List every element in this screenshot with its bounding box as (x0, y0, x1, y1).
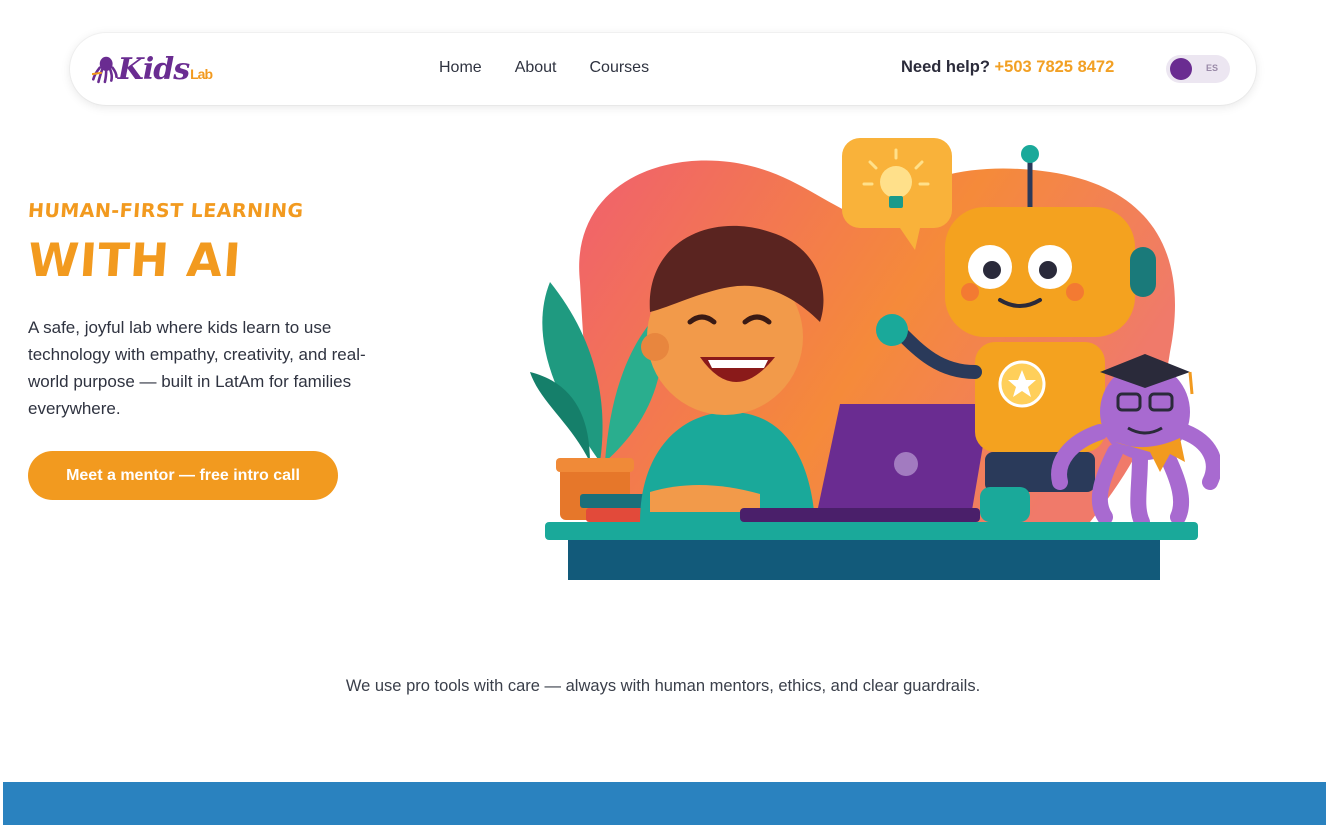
book-shape (580, 494, 650, 508)
octopus-logo-icon (92, 56, 118, 84)
hero-kicker: HUMAN-FIRST LEARNING (27, 200, 305, 222)
nav-home-link[interactable]: Home (439, 59, 482, 77)
hero-description: A safe, joyful lab where kids learn to u… (28, 318, 366, 418)
nav-about-link[interactable]: About (515, 59, 557, 77)
navbar: KidsLab Home About Courses Need help? +5… (70, 33, 1256, 105)
hero-title: WITH AI (26, 233, 244, 287)
hero-illustration (530, 138, 1220, 580)
main-nav: Home About Courses (439, 59, 649, 77)
footer-band (3, 782, 1326, 825)
language-toggle[interactable]: ES (1166, 55, 1230, 83)
logo-sub-text: Lab (190, 65, 213, 82)
kidslab-logo[interactable]: KidsLab (92, 45, 213, 93)
help-phone-link[interactable]: +503 7825 8472 (995, 58, 1115, 76)
help-label: Need help? (901, 58, 990, 76)
desk-front-shape (568, 540, 1160, 580)
tagline-text: We use pro tools with care — always with… (345, 677, 981, 695)
help-contact: Need help? +503 7825 8472 (901, 58, 1114, 77)
language-label: ES (1206, 63, 1219, 73)
meet-mentor-button[interactable]: Meet a mentor — free intro call (28, 451, 338, 500)
logo-main-text: Kids (117, 51, 190, 87)
nav-courses-link[interactable]: Courses (590, 59, 650, 77)
toggle-knob (1170, 58, 1192, 80)
desk-top-shape (545, 522, 1198, 540)
